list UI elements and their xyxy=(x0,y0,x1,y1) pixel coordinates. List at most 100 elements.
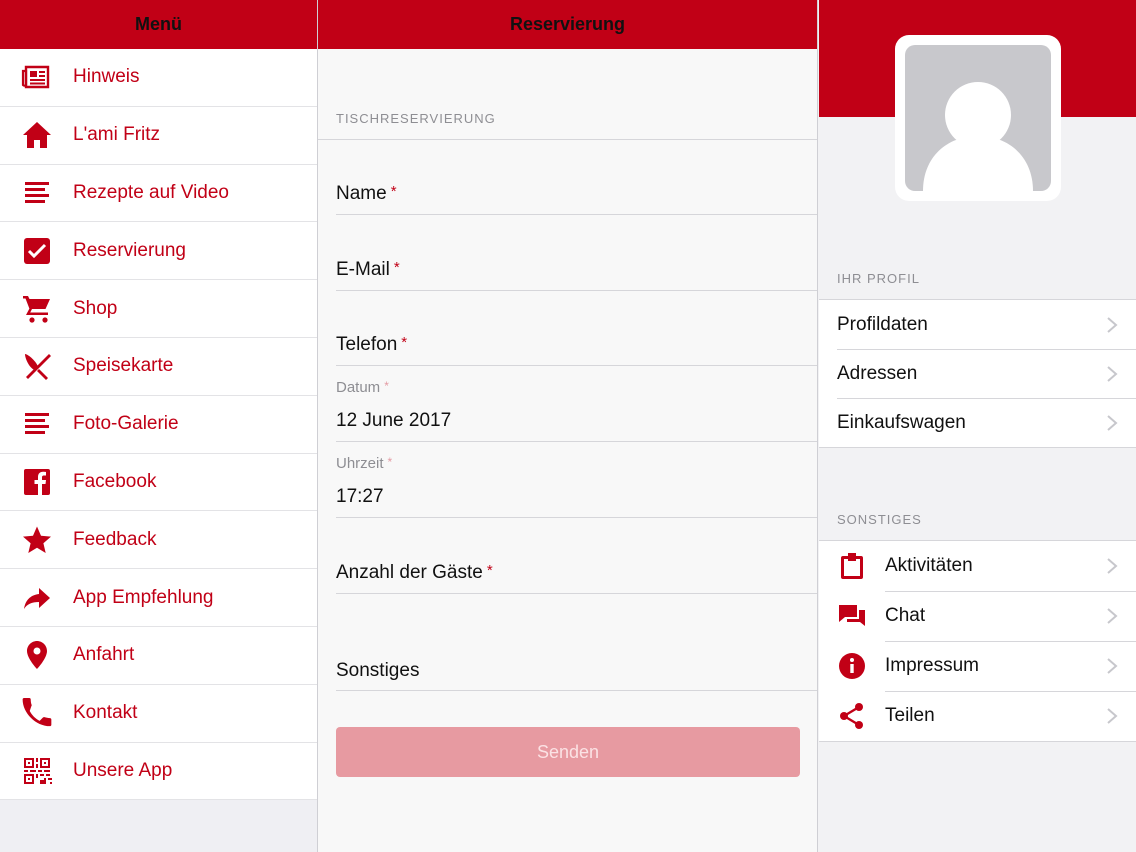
required-marker: * xyxy=(390,183,397,200)
divider xyxy=(336,365,817,366)
share-icon xyxy=(837,701,867,731)
other-item-aktivitaeten[interactable]: Aktivitäten xyxy=(819,541,1136,591)
chevron-right-icon xyxy=(1106,316,1118,334)
menu-item-lami-fritz[interactable]: L'ami Fritz xyxy=(0,107,317,165)
menu-item-unsere-app[interactable]: Unsere App xyxy=(0,743,317,801)
avatar[interactable] xyxy=(895,35,1061,201)
menu-item-label: Rezepte auf Video xyxy=(73,181,229,203)
divider xyxy=(336,441,817,442)
date-value: 12 June 2017 xyxy=(336,410,452,431)
menu-item-label: Unsere App xyxy=(73,759,173,781)
profile-item-adressen[interactable]: Adressen xyxy=(819,349,1136,398)
menu-item-label: Anfahrt xyxy=(73,644,135,666)
required-marker: * xyxy=(384,379,389,393)
menu-header: Menü xyxy=(0,0,317,49)
menu-item-label: Facebook xyxy=(73,470,157,492)
profile-list: Profildaten Adressen Einkaufswagen xyxy=(819,299,1136,448)
section-ihr-profil: IHR PROFIL xyxy=(837,271,920,286)
profile-item-label: Einkaufswagen xyxy=(837,411,966,433)
time-value: 17:27 xyxy=(336,486,384,507)
required-marker: * xyxy=(486,562,493,579)
share-arrow-icon xyxy=(20,581,54,615)
profile-panel: IHR PROFIL Profildaten Adressen Einkaufs… xyxy=(819,0,1136,852)
profile-item-label: Profildaten xyxy=(837,313,928,335)
menu-item-rezepte[interactable]: Rezepte auf Video xyxy=(0,165,317,223)
menu-item-app-empfehlung[interactable]: App Empfehlung xyxy=(0,569,317,627)
profile-item-profildaten[interactable]: Profildaten xyxy=(819,300,1136,349)
menu-item-label: Feedback xyxy=(73,528,157,550)
divider xyxy=(336,593,817,594)
other-item-impressum[interactable]: Impressum xyxy=(819,641,1136,691)
star-icon xyxy=(20,523,54,557)
guests-field-label: Anzahl der Gäste * xyxy=(336,562,493,583)
divider xyxy=(336,290,817,291)
menu-item-label: Foto-Galerie xyxy=(73,413,179,435)
menu-item-foto-galerie[interactable]: Foto-Galerie xyxy=(0,396,317,454)
chevron-right-icon xyxy=(1106,365,1118,383)
menu-item-reservierung[interactable]: Reservierung xyxy=(0,222,317,281)
menu-item-label: Shop xyxy=(73,297,118,319)
facebook-icon xyxy=(20,465,54,499)
other-item-chat[interactable]: Chat xyxy=(819,591,1136,641)
cutlery-icon xyxy=(20,349,54,383)
menu-item-kontakt[interactable]: Kontakt xyxy=(0,685,317,743)
phone-icon xyxy=(20,696,54,730)
reservation-header: Reservierung xyxy=(318,0,817,49)
cart-icon xyxy=(20,292,54,326)
menu-item-label: Reservierung xyxy=(73,239,186,261)
divider xyxy=(336,214,817,215)
section-sonstiges: SONSTIGES xyxy=(837,512,922,527)
info-icon xyxy=(837,651,867,681)
required-marker: * xyxy=(393,259,400,276)
date-field-label: Datum * xyxy=(336,379,389,396)
other-item-label: Teilen xyxy=(885,705,935,726)
phone-field-label: Telefon * xyxy=(336,334,408,355)
divider xyxy=(336,517,817,518)
menu-item-hinweis[interactable]: Hinweis xyxy=(0,49,317,107)
divider xyxy=(336,690,817,691)
menu-item-label: Hinweis xyxy=(73,66,140,88)
menu-item-anfahrt[interactable]: Anfahrt xyxy=(0,627,317,685)
required-marker: * xyxy=(387,455,393,469)
other-item-label: Aktivitäten xyxy=(885,555,973,576)
menu-item-shop[interactable]: Shop xyxy=(0,280,317,338)
chevron-right-icon xyxy=(1106,607,1118,625)
app-root: Menü Hinweis L'ami Fritz Rezepte auf Vid… xyxy=(0,0,1136,852)
home-icon xyxy=(20,118,54,152)
menu-item-facebook[interactable]: Facebook xyxy=(0,454,317,512)
name-field-label: Name * xyxy=(336,183,397,204)
required-marker: * xyxy=(401,334,408,351)
page-title: Reservierung xyxy=(509,14,626,34)
chevron-right-icon xyxy=(1106,657,1118,675)
chevron-right-icon xyxy=(1106,557,1118,575)
menu-item-label: Speisekarte xyxy=(73,355,174,377)
qr-code-icon xyxy=(20,754,54,788)
other-field-label: Sonstiges xyxy=(336,660,420,681)
other-item-label: Chat xyxy=(885,605,926,626)
chevron-right-icon xyxy=(1106,707,1118,725)
menu-item-speisekarte[interactable]: Speisekarte xyxy=(0,338,317,396)
newspaper-icon xyxy=(20,60,54,94)
menu-item-label: L'ami Fritz xyxy=(73,124,161,146)
divider xyxy=(318,139,817,140)
lines-icon xyxy=(20,407,54,441)
menu-item-feedback[interactable]: Feedback xyxy=(0,511,317,570)
other-item-teilen[interactable]: Teilen xyxy=(819,691,1136,741)
lines-icon xyxy=(20,176,54,210)
time-field-label: Uhrzeit * xyxy=(336,455,393,472)
profile-item-label: Adressen xyxy=(837,362,918,384)
email-field-label: E-Mail * xyxy=(336,259,400,280)
side-menu: Menü Hinweis L'ami Fritz Rezepte auf Vid… xyxy=(0,0,318,852)
other-list: Aktivitäten Chat Impressum Teilen xyxy=(819,540,1136,742)
section-tischreservierung: TISCHRESERVIERUNG xyxy=(336,111,496,126)
chat-icon xyxy=(837,601,867,631)
other-item-label: Impressum xyxy=(885,655,979,676)
profile-item-einkaufswagen[interactable]: Einkaufswagen xyxy=(819,398,1136,447)
menu-item-label: App Empfehlung xyxy=(73,586,214,608)
submit-button[interactable]: Senden xyxy=(336,727,800,777)
chevron-right-icon xyxy=(1106,414,1118,432)
avatar-placeholder-icon xyxy=(905,45,1051,191)
checkbox-icon xyxy=(20,234,54,268)
menu-title: Menü xyxy=(135,14,182,34)
submit-button-label: Senden xyxy=(536,741,600,762)
